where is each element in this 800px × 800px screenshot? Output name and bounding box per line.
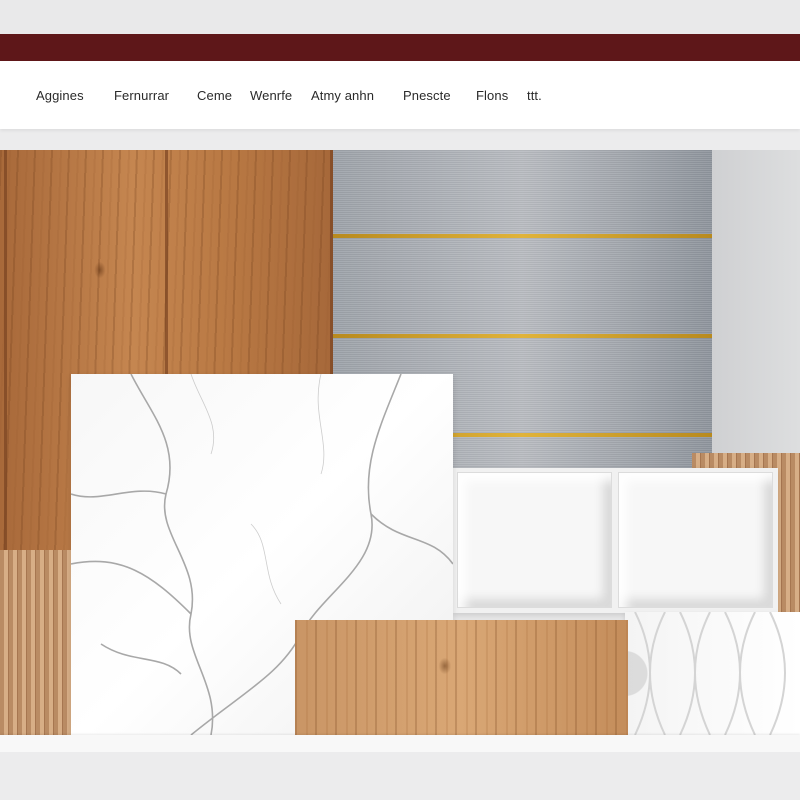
nav-item-5[interactable]: Atmy anhn — [311, 88, 374, 104]
nav-item-8[interactable]: ttt. — [527, 88, 542, 104]
white-3d-panel-swatch[interactable] — [625, 612, 800, 735]
white-bevel-tile-swatch[interactable] — [453, 468, 778, 613]
page-bottom — [0, 752, 800, 800]
gold-inlay-line — [333, 334, 712, 338]
wave-pattern-graphic — [634, 612, 786, 735]
nav-item-6[interactable]: Pnescte — [403, 88, 451, 104]
bevel-tile — [457, 472, 612, 608]
gold-inlay-line — [333, 234, 712, 238]
material-display — [0, 150, 800, 735]
main-navigation: Aggines Fernurrar Ceme Wenrfe Atmy anhn … — [0, 61, 800, 129]
nav-item-1[interactable]: Aggines — [36, 88, 84, 104]
nav-item-2[interactable]: Fernurrar — [114, 88, 169, 104]
nav-item-3[interactable]: Ceme — [197, 88, 232, 104]
brand-bar — [0, 34, 800, 61]
bevel-tile — [618, 472, 773, 608]
nav-item-7[interactable]: Flons — [476, 88, 508, 104]
light-wood-swatch[interactable] — [295, 620, 628, 735]
plank-seam — [4, 150, 7, 550]
top-strip — [0, 0, 800, 34]
nav-item-4[interactable]: Wenrfe — [250, 88, 292, 104]
display-shelf — [0, 735, 800, 752]
